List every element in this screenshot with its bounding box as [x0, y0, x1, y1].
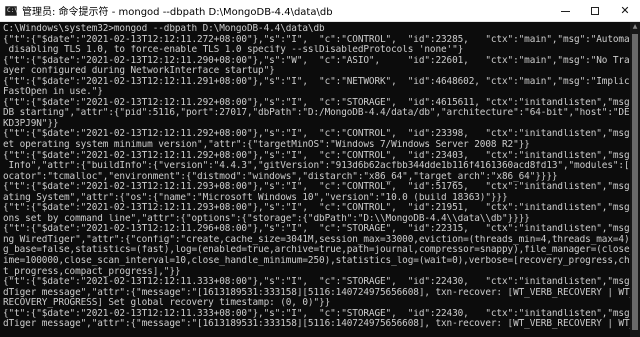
command-prompt-window: C:\ 管理员: 命令提示符 - mongod --dbpath D:\Mong…	[0, 0, 640, 337]
console-line: {"t":{"$date":"2021-02-13T12:12:11.292+0…	[3, 150, 630, 161]
console-line: {"t":{"$date":"2021-02-13T12:12:11.292+0…	[3, 129, 630, 140]
vertical-scrollbar[interactable]: ▲	[630, 22, 640, 337]
console-line: t_progress,compact_progress],"}}	[3, 266, 181, 277]
console-line: {"t":{"$date":"2021-02-13T12:12:11.292+0…	[3, 97, 630, 108]
console-line: KD3PJ9N"}}	[3, 118, 59, 129]
window-controls: ✕	[550, 0, 640, 21]
maximize-button[interactable]	[580, 0, 610, 21]
console-line: {"t":{"$date":"2021-02-13T12:12:11.291+0…	[3, 76, 630, 87]
console-output[interactable]: C:\Windows\system32>mongod --dbpath D:\M…	[0, 22, 630, 337]
close-icon: ✕	[620, 4, 630, 17]
console-line: dTiger message","attr":{"message":"[1613…	[3, 319, 630, 330]
console-line: ayer configured during NetworkInterface …	[3, 66, 275, 77]
minimize-button[interactable]	[550, 0, 580, 21]
console-line: FastOpen in use."}	[3, 87, 103, 98]
maximize-icon	[591, 6, 599, 15]
console-line: et operating system minimum version","at…	[3, 140, 530, 151]
console-line: RECOVERY_PROGRESS] Set global recovery t…	[3, 298, 331, 309]
close-button[interactable]: ✕	[610, 0, 640, 21]
console-line: ng WiredTiger","attr":{"config":"create,…	[3, 234, 630, 245]
console-line: {"t":{"$date":"2021-02-13T12:12:11.290+0…	[3, 55, 630, 66]
console-line: C:\Windows\system32>mongod --dbpath D:\M…	[3, 24, 325, 34]
console-line: {"t":{"$date":"2021-02-13T12:12:11.272+0…	[3, 34, 630, 45]
console-line: DB starting","attr":{"pid":5116,"port":2…	[3, 108, 630, 119]
console-line: ime=100000,close_scan_interval=10,close_…	[3, 256, 630, 267]
scroll-up-arrow-icon[interactable]: ▲	[630, 22, 640, 32]
minimize-icon	[560, 11, 570, 12]
console-line: {"t":{"$date":"2021-02-13T12:12:11.296+0…	[3, 224, 630, 235]
console-line: ocator":"tcmalloc","environment":{"distm…	[3, 171, 558, 182]
console-line: {"t":{"$date":"2021-02-13T12:12:11.333+0…	[3, 277, 630, 288]
console-line: {"t":{"$date":"2021-02-13T12:12:11.333+0…	[3, 308, 630, 319]
console-line: {"t":{"$date":"2021-02-13T12:12:11.293+0…	[3, 182, 630, 193]
console-line: dTiger message","attr":{"message":"[1613…	[3, 287, 630, 298]
console-line: Info","attr":{"buildInfo":{"version":"4.…	[3, 161, 630, 172]
console-line: {"t":{"$date":"2021-02-13T12:12:11.293+0…	[3, 203, 630, 214]
console-line: ating System","attr":{"os":{"name":"Micr…	[3, 192, 508, 203]
window-title: 管理员: 命令提示符 - mongod --dbpath D:\MongoDB-…	[22, 7, 333, 18]
cmd-icon-glyph: C:\	[7, 6, 18, 14]
console-line: g_base=false,statistics=(fast),log=(enab…	[3, 245, 630, 256]
console-line: disabling TLS 1.0, to force-enable TLS 1…	[3, 45, 464, 56]
console-line: ons set by command line","attr":{"option…	[3, 213, 530, 224]
scrollbar-thumb[interactable]	[632, 34, 638, 330]
title-bar[interactable]: C:\ 管理员: 命令提示符 - mongod --dbpath D:\Mong…	[0, 0, 640, 22]
cmd-icon: C:\	[5, 5, 18, 16]
